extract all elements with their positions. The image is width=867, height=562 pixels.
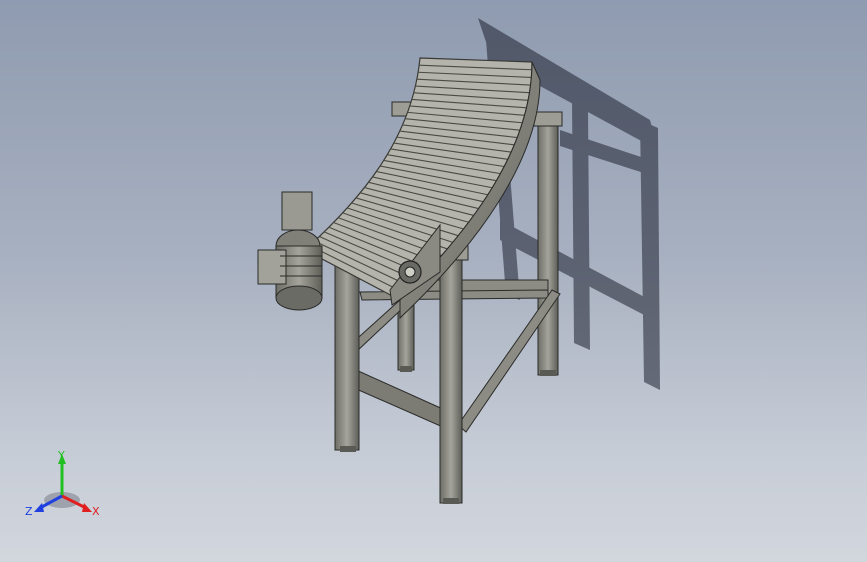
3d-model-view[interactable]	[0, 0, 867, 562]
orientation-triad[interactable]: Y X Z	[22, 448, 106, 528]
y-axis-label: Y	[57, 449, 65, 462]
graphics-viewport[interactable]: Y X Z	[0, 0, 867, 562]
gear-motor	[257, 191, 323, 311]
z-axis-arrow	[34, 503, 44, 512]
drive-shaft-hub	[398, 260, 422, 284]
x-axis-label: X	[92, 505, 100, 518]
x-axis-arrow	[82, 503, 92, 512]
z-axis-label: Z	[25, 505, 33, 518]
